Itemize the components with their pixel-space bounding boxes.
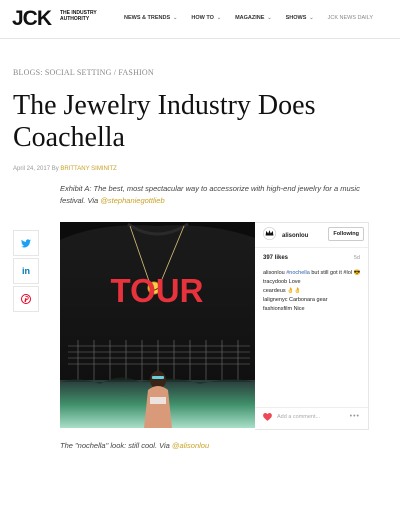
following-button[interactable]: Following <box>328 227 364 241</box>
twitter-share-button[interactable] <box>13 230 39 256</box>
main-nav: NEWS & TRENDS ⌄ HOW TO ⌄ MAGAZINE ⌄ SHOWS ⌄ … <box>124 15 387 21</box>
heart-icon[interactable] <box>263 413 272 421</box>
byline-by: By <box>51 166 59 172</box>
instagram-panel: alisonlou Following 397 likes 5d alisonl… <box>255 222 369 430</box>
tour-shirt-photo: TOUR <box>60 222 255 428</box>
nav-label: JCK NEWS DAILY <box>327 15 374 21</box>
avatar[interactable] <box>263 227 276 245</box>
list-item: alisonlou #nochella but still got it #lo… <box>263 269 363 278</box>
pinterest-icon <box>21 294 31 304</box>
crown-avatar-icon <box>263 227 276 240</box>
nav-how-to[interactable]: HOW TO ⌄ <box>191 15 221 21</box>
list-item: fashionsfilm Nice <box>263 305 363 314</box>
caption-source-link[interactable]: @stephaniegottlieb <box>100 196 164 205</box>
instagram-username[interactable]: alisonlou <box>282 233 308 239</box>
linkedin-icon: in <box>22 266 30 276</box>
caption-text: The "nochella" look: still cool. Via <box>60 441 172 450</box>
comment-text: Nice <box>292 306 305 312</box>
instagram-header: alisonlou <box>263 227 308 245</box>
instagram-photo[interactable]: TOUR <box>60 222 255 428</box>
article-title: The Jewelry Industry Does Coachella <box>13 90 316 153</box>
linkedin-share-button[interactable]: in <box>13 258 39 284</box>
comment-text: 👌👌 <box>285 288 301 294</box>
publish-date: April 24, 2017 <box>13 166 51 172</box>
list-item: ceardeus 👌👌 <box>263 287 363 296</box>
divider <box>255 407 368 408</box>
comment-list: alisonlou #nochella but still got it #lo… <box>263 269 363 314</box>
list-item: lalignenyc Carbonara gear <box>263 296 363 305</box>
comment-user[interactable]: fashionsfilm <box>263 306 292 312</box>
chevron-down-icon: ⌄ <box>216 15 222 21</box>
shirt-tour-text: TOUR <box>111 272 204 309</box>
site-logo[interactable]: JCK <box>12 7 52 31</box>
nav-news-trends[interactable]: NEWS & TRENDS ⌄ <box>124 15 177 21</box>
post-age: 5d <box>353 255 360 261</box>
more-options-icon[interactable]: ••• <box>350 413 360 420</box>
chevron-down-icon: ⌄ <box>309 15 314 21</box>
nav-shows[interactable]: SHOWS ⌄ <box>286 15 314 21</box>
nav-label: HOW TO <box>191 15 214 21</box>
comment-user[interactable]: ceardeus <box>263 288 286 294</box>
add-comment-row: Add a comment... <box>263 413 363 421</box>
list-item: tracydoob Love <box>263 278 363 287</box>
pinterest-share-button[interactable] <box>13 286 39 312</box>
twitter-icon <box>21 238 31 247</box>
chevron-down-icon: ⌄ <box>173 15 178 21</box>
nav-label: SHOWS <box>285 15 307 21</box>
caption-exhibit-a: Exhibit A: The best, most spectacular wa… <box>60 183 360 207</box>
caption-nochella: The "nochella" look: still cool. Via @al… <box>60 441 209 450</box>
likes-count[interactable]: 397 likes <box>263 255 288 261</box>
hashtag-link[interactable]: #nochella <box>286 270 310 276</box>
comment-text: Love <box>287 279 301 285</box>
comment-user[interactable]: tracydoob <box>263 279 287 285</box>
nav-label: MAGAZINE <box>235 15 265 21</box>
top-bar: JCK THE INDUSTRY AUTHORITY NEWS & TRENDS… <box>0 0 400 39</box>
byline: April 24, 2017 By BRITTANY SIMINITZ <box>13 166 117 172</box>
nav-jck-news-daily[interactable]: JCK NEWS DAILY <box>328 15 373 21</box>
comment-text: Carbonara gear <box>287 297 328 303</box>
breadcrumb[interactable]: BLOGS: SOCIAL SETTING / FASHION <box>13 68 154 77</box>
author-link[interactable]: BRITTANY SIMINITZ <box>60 166 116 172</box>
comment-user[interactable]: alisonlou <box>263 270 285 276</box>
chevron-down-icon: ⌄ <box>267 15 272 21</box>
site-tagline: THE INDUSTRY AUTHORITY <box>60 10 97 22</box>
comment-text: but still got it #lol 😎 <box>309 270 361 276</box>
comment-user[interactable]: lalignenyc <box>263 297 287 303</box>
caption-source-link[interactable]: @alisonlou <box>172 441 209 450</box>
nav-label: NEWS & TRENDS <box>124 15 171 21</box>
add-comment-input[interactable]: Add a comment... <box>277 414 320 420</box>
divider <box>255 247 368 248</box>
nav-magazine[interactable]: MAGAZINE ⌄ <box>235 15 272 21</box>
